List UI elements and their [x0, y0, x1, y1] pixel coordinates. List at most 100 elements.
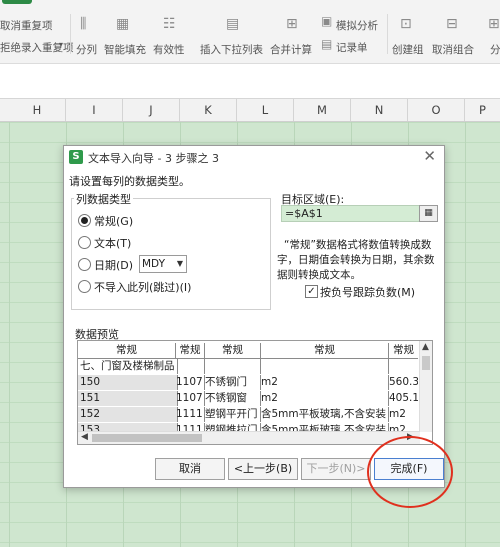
simulate-icon: ▣ [321, 14, 333, 28]
fill-icon: ▦ [116, 16, 130, 32]
preview-vertical-scrollbar[interactable]: ▲ [419, 341, 432, 432]
date-format-value: MDY [142, 258, 165, 270]
column-header[interactable]: I [66, 99, 123, 121]
group-icon: ⊡ [400, 16, 412, 32]
scroll-right-icon[interactable]: ▶ [407, 432, 414, 442]
chevron-down-icon: ▼ [176, 259, 183, 268]
preview-cell: 塑钢平开门 [205, 407, 261, 422]
create-group-button[interactable]: 创建组 [392, 42, 424, 57]
table-row: 150 1107 不锈钢门 m2 560.3 [78, 375, 418, 390]
preview-cell: m2 [261, 391, 389, 406]
column-header[interactable]: N [351, 99, 408, 121]
split-icon: ⫼ [80, 16, 87, 32]
column-header[interactable]: L [237, 99, 294, 121]
back-button[interactable]: <上一步(B) [228, 458, 298, 480]
smart-fill-button[interactable]: 智能填充 [104, 42, 146, 57]
preview-cell: 1107 [176, 391, 205, 406]
preview-cell [261, 359, 389, 374]
scroll-thumb[interactable] [422, 356, 430, 370]
radio-skip-label: 不导入此列(跳过)(I) [94, 281, 192, 294]
table-row: 七、门窗及楼梯制品 [78, 359, 418, 374]
scroll-thumb[interactable] [92, 434, 202, 442]
remove-duplicates-item[interactable]: 取消重复项 [0, 18, 53, 33]
preview-header[interactable]: 常规 [389, 343, 418, 359]
preview-cell [205, 359, 261, 374]
preview-cell: 151 [78, 391, 178, 406]
data-preview[interactable]: 常规 常规 常规 常规 常规 七、门窗及楼梯制品 150 1107 不锈钢门 m… [77, 340, 433, 445]
consolidate-button[interactable]: 合并计算 [270, 42, 312, 57]
radio-general-label: 常规(G) [94, 215, 134, 228]
range-select-icon[interactable]: ▦ [419, 205, 438, 222]
cancel-button[interactable]: 取消 [155, 458, 225, 480]
radio-text-label: 文本(T) [94, 237, 132, 250]
column-header[interactable]: O [408, 99, 465, 121]
table-row: 151 1107 不锈钢窗 m2 405.1 [78, 391, 418, 406]
consolidate-icon: ⊞ [286, 16, 298, 32]
app-logo-icon: S [69, 150, 83, 164]
subtotal-icon: ⊞ [488, 16, 500, 32]
preview-cell: m2 [389, 408, 406, 420]
subtotal-button[interactable]: 分 [490, 42, 500, 57]
finish-button[interactable]: 完成(F) [374, 458, 444, 480]
preview-cell [389, 359, 418, 374]
column-header[interactable]: H [9, 99, 66, 121]
column-header[interactable]: M [294, 99, 351, 121]
divider [70, 14, 71, 54]
preview-header[interactable]: 常规 [261, 343, 389, 359]
instruction-text: 请设置每列的数据类型。 [69, 175, 190, 188]
negative-checkbox[interactable]: ✓ [305, 285, 318, 298]
preview-cell: m2 [261, 375, 389, 390]
preview-header[interactable]: 常规 [78, 343, 176, 359]
what-if-button[interactable]: 模拟分析 [336, 18, 378, 33]
hint-line-1: “常规”数据格式将数值转换成数 [284, 239, 432, 251]
preview-cell: 七、门窗及楼梯制品 [78, 359, 178, 374]
chevron-down-icon: ▾ [59, 40, 64, 49]
preview-header[interactable]: 常规 [205, 343, 261, 359]
preview-cell: 1107 [176, 375, 205, 390]
preview-cell: 含5mm平板玻璃,不含安装 [261, 407, 389, 422]
form-icon: ▤ [321, 37, 333, 51]
ungroup-icon: ⊟ [446, 16, 458, 32]
preview-cell: 不锈钢窗 [205, 391, 261, 406]
column-type-label: 列数据类型 [74, 191, 133, 207]
column-header[interactable]: K [180, 99, 237, 121]
split-button[interactable]: 分列 [76, 42, 97, 57]
preview-horizontal-scrollbar[interactable]: ◀ ▶ [78, 431, 420, 444]
preview-cell: 不锈钢门 [205, 375, 261, 390]
dest-input[interactable]: =$A$1 [281, 205, 425, 222]
column-header[interactable]: P [465, 99, 500, 121]
validation-button[interactable]: 有效性 [153, 42, 185, 57]
next-button[interactable]: 下一步(N)> [301, 458, 371, 480]
preview-header-row: 常规 常规 常规 常规 常规 [78, 343, 418, 359]
radio-text[interactable] [78, 236, 91, 249]
form-button[interactable]: 记录单 [336, 40, 368, 55]
scroll-left-icon[interactable]: ◀ [81, 432, 88, 442]
preview-cell [176, 359, 205, 374]
radio-date[interactable] [78, 258, 91, 271]
preview-cell: 1111 [176, 407, 205, 422]
radio-skip[interactable] [78, 280, 91, 293]
negative-checkbox-label: 按负号跟踪负数(M) [320, 286, 416, 299]
ungroup-button[interactable]: 取消组合 [432, 42, 474, 57]
radio-date-label: 日期(D) [94, 259, 134, 272]
divider [387, 14, 388, 54]
insert-dropdown-button[interactable]: 插入下拉列表 [200, 42, 263, 57]
dialog-title: 文本导入向导 - 3 步骤之 3 [88, 152, 219, 165]
formula-bar[interactable] [0, 64, 500, 99]
hint-line-2: 字，日期值会转换为日期，其余数 [277, 254, 435, 266]
column-header[interactable]: J [123, 99, 180, 121]
radio-general[interactable] [78, 214, 91, 227]
date-format-select[interactable]: MDY ▼ [139, 255, 187, 273]
preview-cell: 150 [78, 375, 178, 390]
hint-line-3: 据则转换成文本。 [277, 269, 361, 281]
text-import-wizard-dialog: S 文本导入向导 - 3 步骤之 3 ✕ 请设置每列的数据类型。 列数据类型 常… [63, 145, 445, 488]
scroll-up-icon[interactable]: ▲ [422, 342, 429, 352]
dialog-title-bar[interactable]: S 文本导入向导 - 3 步骤之 3 ✕ [64, 146, 444, 168]
preview-cell: 560.3 [389, 376, 418, 388]
validation-icon: ☷ [163, 16, 176, 32]
table-row: 152 1111 塑钢平开门 含5mm平板玻璃,不含安装 m2 [78, 407, 418, 422]
ribbon-toolbar: 取消重复项 拒绝录入重复项 ▾ ⫼ 分列 ▦ 智能填充 ☷ 有效性 ▤ 插入下拉… [0, 0, 500, 64]
preview-header[interactable]: 常规 [176, 343, 205, 359]
active-tab-indicator [2, 0, 32, 4]
close-icon[interactable]: ✕ [423, 147, 436, 165]
